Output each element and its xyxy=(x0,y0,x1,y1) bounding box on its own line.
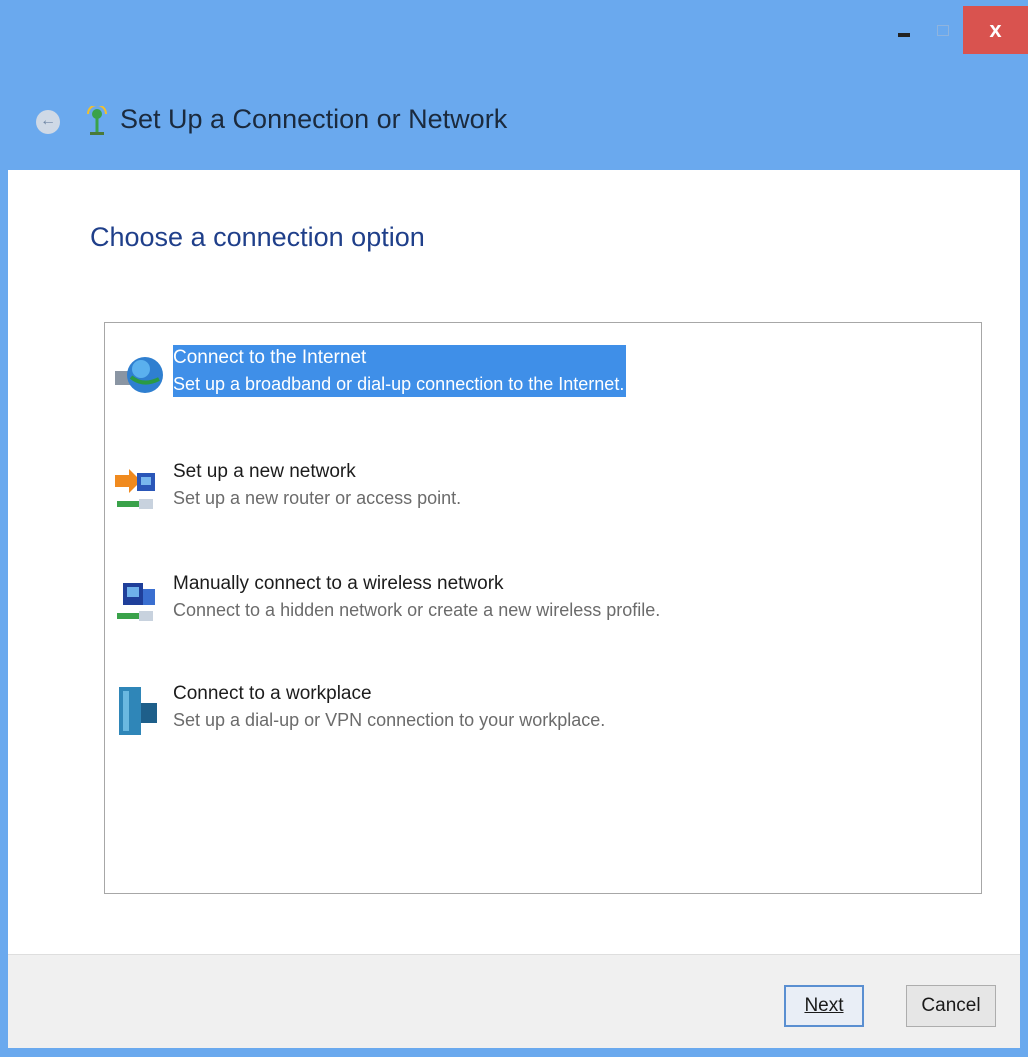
option-text: Connect to the Internet Set up a broadba… xyxy=(173,345,627,397)
new-network-icon xyxy=(115,469,155,509)
connection-option-list: Connect to the Internet Set up a broadba… xyxy=(104,322,982,894)
option-new-network[interactable]: Set up a new network Set up a new router… xyxy=(105,459,975,539)
next-button[interactable]: Next xyxy=(784,985,864,1027)
minimize-icon xyxy=(898,33,910,37)
globe-icon xyxy=(115,357,163,393)
maximize-button[interactable] xyxy=(925,10,961,50)
option-description: Set up a new router or access point. xyxy=(173,488,462,508)
option-text: Connect to a workplace Set up a dial-up … xyxy=(173,681,605,733)
back-arrow-icon: ← xyxy=(40,112,56,129)
option-description: Set up a broadband or dial-up connection… xyxy=(173,374,625,394)
setup-connection-window: x ← Set Up a Connection or Network Choos… xyxy=(0,0,1028,1057)
close-icon: x xyxy=(989,17,1002,42)
back-button[interactable]: ← xyxy=(36,110,60,134)
maximize-icon xyxy=(937,24,949,36)
option-description: Connect to a hidden network or create a … xyxy=(173,600,661,620)
option-title: Connect to the Internet xyxy=(173,347,367,368)
window-title: Set Up a Connection or Network xyxy=(120,104,508,134)
button-bar: Next Cancel xyxy=(8,954,1020,1048)
option-text: Set up a new network Set up a new router… xyxy=(173,459,461,511)
title-bar: x xyxy=(0,0,1028,72)
header-row: ← Set Up a Connection or Network xyxy=(0,88,1028,158)
option-manual-wireless[interactable]: Manually connect to a wireless network C… xyxy=(105,571,975,651)
option-title: Manually connect to a wireless network xyxy=(173,573,504,594)
wireless-network-icon xyxy=(117,583,155,621)
option-workplace[interactable]: Connect to a workplace Set up a dial-up … xyxy=(105,681,975,761)
option-title: Set up a new network xyxy=(173,461,356,482)
content-area: Choose a connection option Connect to th… xyxy=(8,170,1020,954)
option-title: Connect to a workplace xyxy=(173,683,372,704)
workplace-icon xyxy=(119,687,157,735)
page-heading: Choose a connection option xyxy=(90,222,425,252)
option-description: Set up a dial-up or VPN connection to yo… xyxy=(173,710,606,730)
network-setup-icon xyxy=(87,106,107,135)
cancel-button[interactable]: Cancel xyxy=(906,985,996,1027)
minimize-button[interactable] xyxy=(886,10,922,50)
option-connect-internet[interactable]: Connect to the Internet Set up a broadba… xyxy=(105,345,975,425)
option-text: Manually connect to a wireless network C… xyxy=(173,571,660,623)
close-button[interactable]: x xyxy=(963,6,1028,54)
